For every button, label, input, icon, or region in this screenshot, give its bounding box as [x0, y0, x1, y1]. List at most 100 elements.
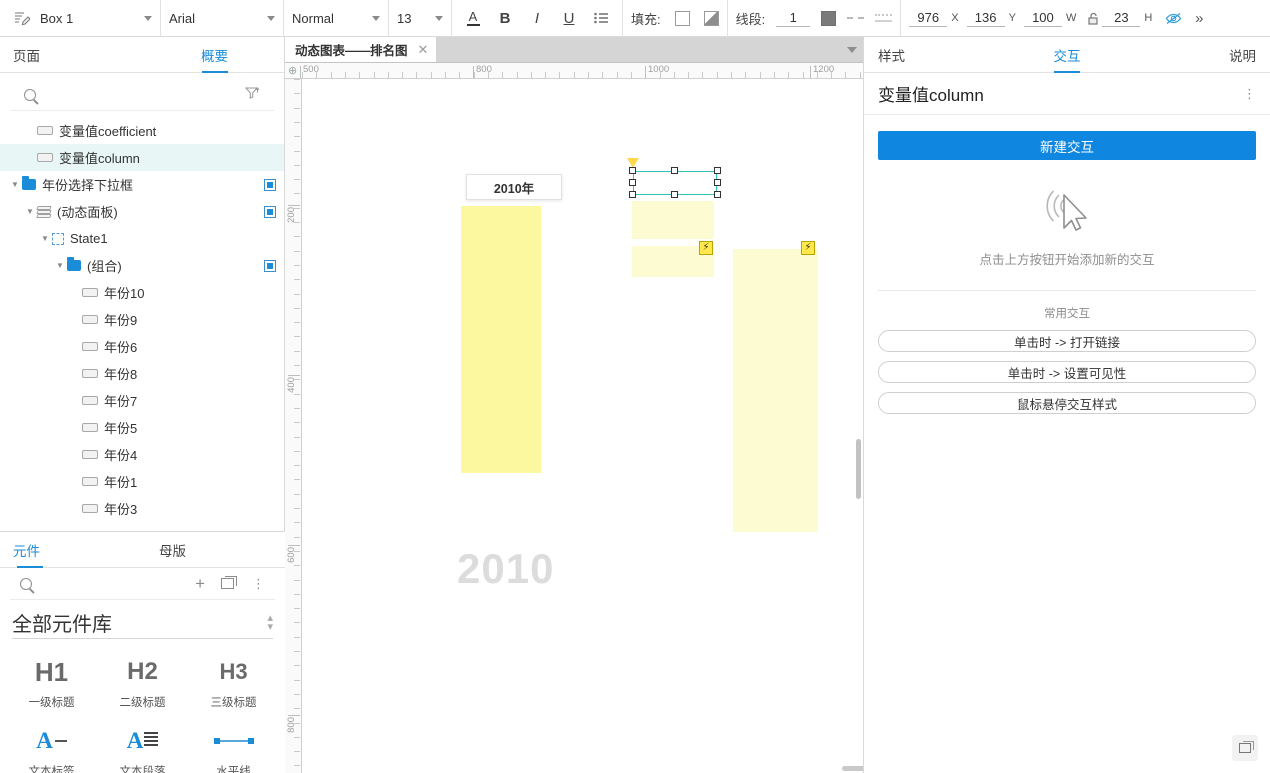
- fill-color-swatch[interactable]: [674, 10, 690, 26]
- chevron-down-icon[interactable]: [267, 15, 275, 21]
- font-size-select[interactable]: 13: [389, 0, 451, 37]
- resize-handle-n[interactable]: [671, 167, 678, 174]
- font-family-select[interactable]: Arial: [161, 0, 283, 37]
- font-color-icon[interactable]: A: [460, 5, 486, 31]
- italic-icon[interactable]: I: [524, 5, 550, 31]
- tree-item[interactable]: ▼ (动态面板): [0, 198, 284, 225]
- horizontal-ruler: 500 800 1000 1200: [285, 63, 863, 79]
- common-interaction-open-link[interactable]: 单击时 -> 打开链接: [878, 330, 1256, 352]
- unlock-icon[interactable]: [1084, 5, 1102, 31]
- h-input[interactable]: [1102, 9, 1141, 27]
- tree-item[interactable]: ▼ (组合): [0, 252, 284, 279]
- tree-item[interactable]: 变量值column: [0, 144, 284, 171]
- tab-notes[interactable]: 说明: [1130, 37, 1270, 72]
- chevron-down-icon[interactable]: ▼: [23, 207, 37, 216]
- new-interaction-button[interactable]: 新建交互: [878, 131, 1256, 160]
- interaction-bolt-icon[interactable]: ⚡: [801, 241, 815, 255]
- tree-item[interactable]: 年份10: [0, 279, 284, 306]
- tree-item[interactable]: 变量值coefficient: [0, 117, 284, 144]
- resize-handle-s[interactable]: [671, 191, 678, 198]
- line-width-input[interactable]: [776, 9, 811, 27]
- x-input[interactable]: [909, 9, 948, 27]
- close-icon[interactable]: ✕: [418, 42, 429, 58]
- common-interaction-set-visibility[interactable]: 单击时 -> 设置可见性: [878, 361, 1256, 383]
- year-dropdown[interactable]: 2010年: [466, 174, 562, 200]
- origin-crosshair-icon[interactable]: ⊕: [288, 66, 299, 77]
- line-style-dashed-icon[interactable]: [847, 17, 865, 19]
- bar-rect-primary[interactable]: [461, 206, 541, 473]
- tree-item[interactable]: ▼ 年份选择下拉框: [0, 171, 284, 198]
- plus-icon[interactable]: +: [195, 574, 205, 594]
- more-vertical-icon[interactable]: ⋮: [1243, 87, 1256, 100]
- bar-rect-secondary[interactable]: [632, 201, 714, 239]
- outline-search-row[interactable]: [10, 79, 274, 111]
- bold-icon[interactable]: B: [492, 5, 518, 31]
- chevron-down-icon[interactable]: [847, 46, 857, 53]
- tab-outline[interactable]: 概要: [145, 37, 284, 72]
- more-vertical-icon[interactable]: ⋮: [252, 577, 265, 590]
- chevron-down-icon[interactable]: ▼: [53, 261, 67, 270]
- chevron-down-icon[interactable]: ▼: [38, 234, 52, 243]
- widget-hline[interactable]: 水平线: [188, 720, 279, 773]
- style-selector-group[interactable]: Box 1: [0, 0, 160, 37]
- tree-item-label: 年份4: [104, 448, 138, 463]
- chevron-down-icon[interactable]: [144, 15, 152, 21]
- line-arrow-style-icon[interactable]: [875, 14, 893, 22]
- resize-handle-se[interactable]: [714, 191, 721, 198]
- tab-widgets[interactable]: 元件: [0, 532, 60, 567]
- resize-handle-ne[interactable]: [714, 167, 721, 174]
- fill-gradient-swatch[interactable]: [703, 10, 719, 26]
- chevron-down-icon[interactable]: ▼: [8, 180, 22, 189]
- eye-off-icon[interactable]: [1160, 5, 1186, 31]
- page-tab-active[interactable]: 动态图表——排名图 ✕: [285, 37, 437, 62]
- tree-item[interactable]: 年份7: [0, 387, 284, 414]
- resize-handle-nw[interactable]: [629, 167, 636, 174]
- widget-h1[interactable]: H1 一级标题: [6, 651, 97, 710]
- widget-icon: [37, 153, 53, 162]
- tab-masters[interactable]: 母版: [60, 532, 285, 567]
- widget-h3[interactable]: H3 三级标题: [188, 651, 279, 710]
- widget-text-label[interactable]: A 文本标签: [6, 720, 97, 773]
- widget-h2[interactable]: H2 二级标题: [97, 651, 188, 710]
- library-select[interactable]: 全部元件库 ▴ ▾: [12, 607, 273, 639]
- chevron-down-icon[interactable]: [435, 15, 443, 21]
- w-input[interactable]: [1023, 9, 1062, 27]
- resize-handle-sw[interactable]: [629, 191, 636, 198]
- bullet-list-icon[interactable]: [588, 5, 614, 31]
- line-color-swatch[interactable]: [821, 10, 837, 26]
- tab-interactions[interactable]: 交互: [1004, 37, 1130, 72]
- tab-pages[interactable]: 页面: [0, 37, 145, 72]
- canvas-horizontal-scrollbar[interactable]: [302, 763, 884, 773]
- visibility-toggle[interactable]: [264, 259, 276, 272]
- tree-item[interactable]: ▼ State1: [0, 225, 284, 252]
- common-interaction-hover-style[interactable]: 鼠标悬停交互样式: [878, 392, 1256, 414]
- visibility-toggle[interactable]: [264, 178, 276, 191]
- resize-handle-e[interactable]: [714, 179, 721, 186]
- chevron-down-icon[interactable]: [372, 15, 380, 21]
- resize-handle-w[interactable]: [629, 179, 636, 186]
- spinner-icon[interactable]: ▴ ▾: [267, 612, 273, 632]
- interaction-bolt-icon[interactable]: ⚡: [699, 241, 713, 255]
- filter-icon[interactable]: [244, 86, 260, 103]
- tree-item[interactable]: 年份9: [0, 306, 284, 333]
- font-weight-select[interactable]: Normal: [284, 0, 388, 37]
- canvas-vertical-scrollbar[interactable]: [855, 79, 863, 773]
- underline-icon[interactable]: U: [556, 5, 582, 31]
- ruler-major-tick: [288, 205, 300, 206]
- search-icon[interactable]: [20, 577, 32, 590]
- visibility-toggle[interactable]: [264, 205, 276, 218]
- y-input[interactable]: [966, 9, 1005, 27]
- widget-paragraph[interactable]: A 文本段落: [97, 720, 188, 773]
- copy-icon[interactable]: [221, 576, 237, 589]
- tree-item[interactable]: 年份8: [0, 360, 284, 387]
- design-canvas[interactable]: 2010年 ⚡ ⚡ 2010: [302, 79, 863, 773]
- tree-item[interactable]: 年份5: [0, 414, 284, 441]
- duplicate-icon[interactable]: [1232, 735, 1258, 761]
- tree-item[interactable]: 年份1: [0, 468, 284, 495]
- tab-style[interactable]: 样式: [864, 37, 1004, 72]
- chevron-double-right-icon[interactable]: »: [1186, 5, 1212, 31]
- bar-rect-quaternary[interactable]: [733, 249, 818, 532]
- tree-item[interactable]: 年份6: [0, 333, 284, 360]
- tree-item[interactable]: 年份4: [0, 441, 284, 468]
- tree-item[interactable]: 年份3: [0, 495, 284, 522]
